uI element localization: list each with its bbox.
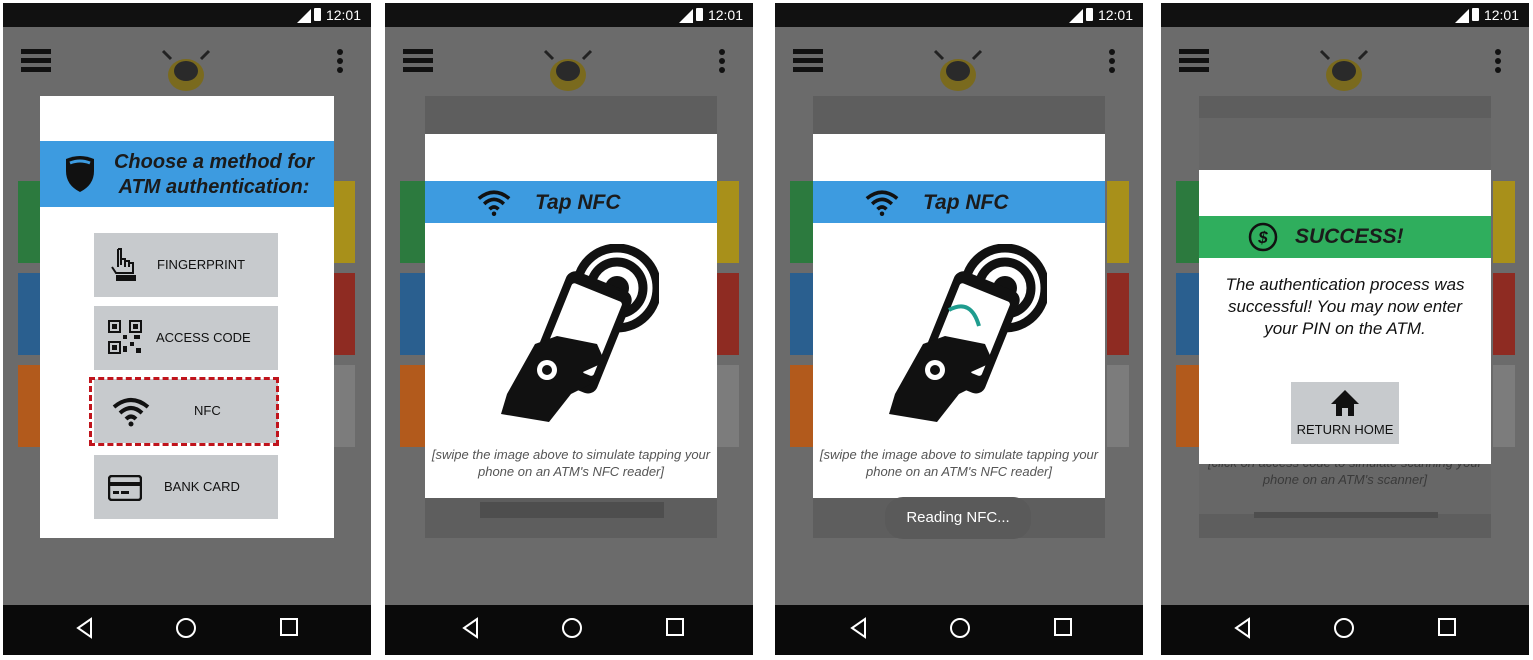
menu-icon[interactable]: [403, 49, 433, 73]
bg-tile-red: [1107, 273, 1129, 355]
dialog-header: Tap NFC: [813, 181, 1105, 223]
menu-icon[interactable]: [1179, 49, 1209, 73]
access-code-button[interactable]: ACCESS CODE: [94, 306, 278, 370]
recents-icon[interactable]: [1053, 617, 1073, 637]
simulation-caption: [swipe the image above to simulate tappi…: [431, 447, 711, 479]
home-icon[interactable]: [949, 617, 971, 639]
battery-icon: [314, 8, 321, 21]
dialog-title: Choose a method for ATM authentication:: [113, 151, 314, 198]
status-time: 12:01: [325, 7, 361, 23]
status-bar: 12:01: [385, 3, 753, 27]
bank-card-button[interactable]: BANK CARD: [94, 455, 278, 519]
recents-icon[interactable]: [1437, 617, 1457, 637]
recents-icon[interactable]: [665, 617, 685, 637]
system-nav-bar: [385, 605, 753, 655]
dialog-title: Tap NFC: [923, 191, 1009, 214]
fingerprint-touch-icon: [111, 248, 136, 281]
reading-nfc-toast: Reading NFC...: [885, 497, 1031, 539]
status-time: 12:01: [707, 7, 743, 23]
return-home-label: RETURN HOME: [1296, 422, 1394, 437]
wifi-icon: [865, 190, 899, 216]
house-icon: [1331, 390, 1359, 416]
access-code-label: ACCESS CODE: [156, 330, 251, 345]
nfc-highlight-box: [89, 377, 279, 446]
bg-tile-red: [717, 273, 739, 355]
bank-card-label: BANK CARD: [164, 479, 240, 494]
overflow-menu-icon[interactable]: [1495, 49, 1501, 76]
phone-screen-4: 12:01 [click on access code to simulate …: [1161, 3, 1529, 655]
tap-nfc-dialog: Tap NFC [swipe the image above to simula…: [813, 134, 1105, 498]
bg-tile-yellow: [333, 181, 355, 263]
fingerprint-label: FINGERPRINT: [157, 257, 246, 272]
credit-card-icon: [108, 475, 142, 501]
success-title: SUCCESS!: [1295, 225, 1404, 248]
status-bar: 12:01: [775, 3, 1143, 27]
bg-tile-gray: [1493, 365, 1515, 447]
signal-icon: [679, 9, 693, 23]
phone-tap-illustration[interactable]: [875, 244, 1047, 426]
overflow-menu-icon[interactable]: [337, 49, 343, 76]
overflow-menu-icon[interactable]: [1109, 49, 1115, 76]
back-icon[interactable]: [849, 617, 869, 639]
success-header: $ SUCCESS!: [1199, 216, 1491, 258]
home-icon[interactable]: [561, 617, 583, 639]
mascot-logo: [933, 49, 983, 91]
bg-tile-gray: [333, 365, 355, 447]
bg-tile-gray: [1107, 365, 1129, 447]
dialog-header: Tap NFC: [425, 181, 717, 223]
home-icon[interactable]: [1333, 617, 1355, 639]
menu-icon[interactable]: [793, 49, 823, 73]
status-time: 12:01: [1097, 7, 1133, 23]
bg-tile-yellow: [1107, 181, 1129, 263]
tap-nfc-dialog: Tap NFC [swipe the image above to simula…: [425, 134, 717, 498]
bg-tile-red: [333, 273, 355, 355]
dollar-icon: $: [1248, 222, 1278, 252]
auth-method-dialog: Choose a method for ATM authentication: …: [40, 96, 334, 538]
system-nav-bar: [775, 605, 1143, 655]
signal-icon: [1455, 9, 1469, 23]
status-bar: 12:01: [1161, 3, 1529, 27]
mascot-logo: [1319, 49, 1369, 91]
battery-icon: [696, 8, 703, 21]
status-bar: 12:01: [3, 3, 371, 27]
system-nav-bar: [3, 605, 371, 655]
back-icon[interactable]: [1233, 617, 1253, 639]
qr-code-icon: [108, 320, 142, 354]
battery-icon: [1472, 8, 1479, 21]
svg-text:$: $: [1257, 228, 1268, 247]
return-home-button[interactable]: RETURN HOME: [1291, 382, 1399, 444]
mascot-logo: [161, 49, 211, 91]
bg-tile-gray: [717, 365, 739, 447]
home-icon[interactable]: [175, 617, 197, 639]
back-icon[interactable]: [75, 617, 95, 639]
mascot-logo: [543, 49, 593, 91]
wifi-icon: [477, 190, 511, 216]
dialog-title: Tap NFC: [535, 191, 621, 214]
success-dialog: $ SUCCESS! The authentication process wa…: [1199, 170, 1491, 464]
battery-icon: [1086, 8, 1093, 21]
bg-tile-yellow: [1493, 181, 1515, 263]
back-icon[interactable]: [461, 617, 481, 639]
shield-icon: [66, 156, 94, 192]
status-time: 12:01: [1483, 7, 1519, 23]
bg-tile-yellow: [717, 181, 739, 263]
signal-icon: [1069, 9, 1083, 23]
phone-tap-illustration[interactable]: [487, 244, 659, 426]
menu-icon[interactable]: [21, 49, 51, 73]
simulation-caption: [swipe the image above to simulate tappi…: [819, 447, 1099, 479]
phone-screen-1: 12:01 Choose a method for ATM authentica…: [3, 3, 371, 655]
fingerprint-button[interactable]: FINGERPRINT: [94, 233, 278, 297]
success-message: The authentication process was successfu…: [1225, 275, 1465, 338]
recents-icon[interactable]: [279, 617, 299, 637]
system-nav-bar: [1161, 605, 1529, 655]
signal-icon: [297, 9, 311, 23]
phone-screen-3: 12:01 Tap NFC [swipe the image above to …: [775, 3, 1143, 655]
bg-tile-red: [1493, 273, 1515, 355]
dialog-header: Choose a method for ATM authentication:: [40, 141, 334, 207]
phone-screen-2: 12:01 Tap NFC [swipe the image above to …: [385, 3, 753, 655]
overflow-menu-icon[interactable]: [719, 49, 725, 76]
